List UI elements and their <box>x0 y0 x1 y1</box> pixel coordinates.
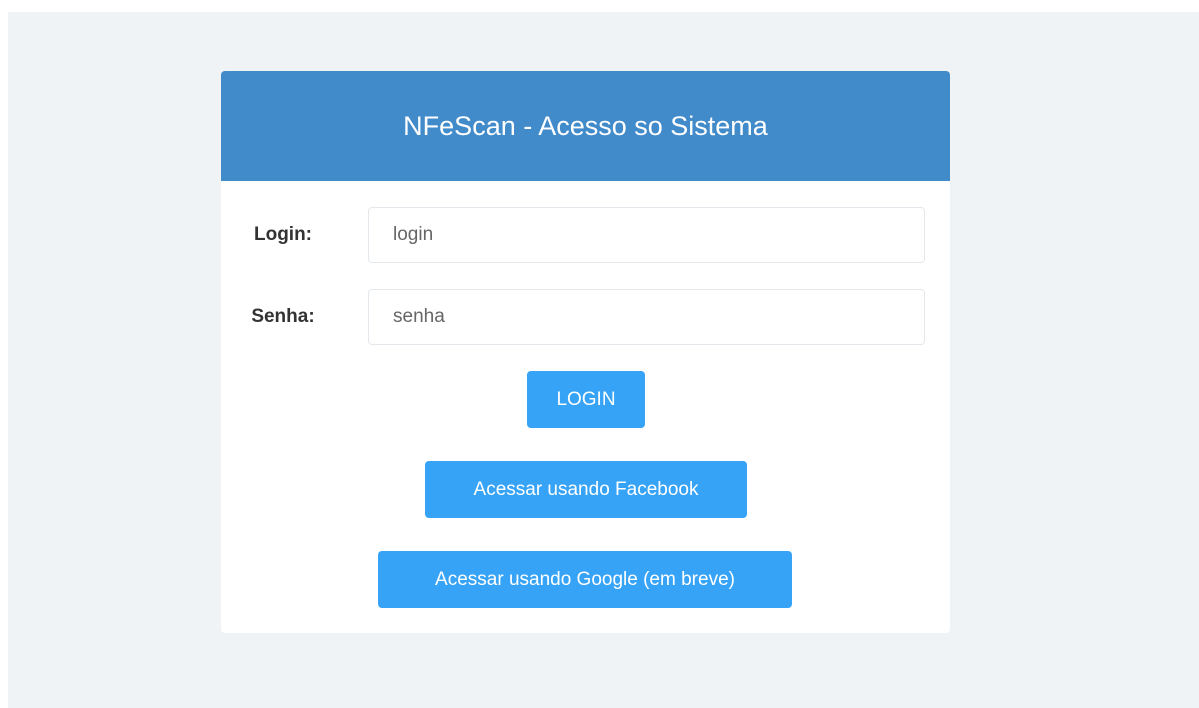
login-input[interactable] <box>368 207 925 263</box>
login-row: Login: <box>221 207 950 263</box>
google-login-button[interactable]: Acessar usando Google (em breve) <box>378 551 792 608</box>
card-header: NFeScan - Acesso so Sistema <box>221 71 950 181</box>
senha-row: Senha: <box>221 289 950 345</box>
login-card: NFeScan - Acesso so Sistema Login: Senha… <box>221 71 950 633</box>
login-button[interactable]: LOGIN <box>527 371 645 428</box>
senha-input[interactable] <box>368 289 925 345</box>
page-title: NFeScan - Acesso so Sistema <box>403 110 768 141</box>
login-label: Login: <box>253 224 313 245</box>
facebook-login-button[interactable]: Acessar usando Facebook <box>425 461 747 518</box>
senha-label: Senha: <box>251 306 315 327</box>
